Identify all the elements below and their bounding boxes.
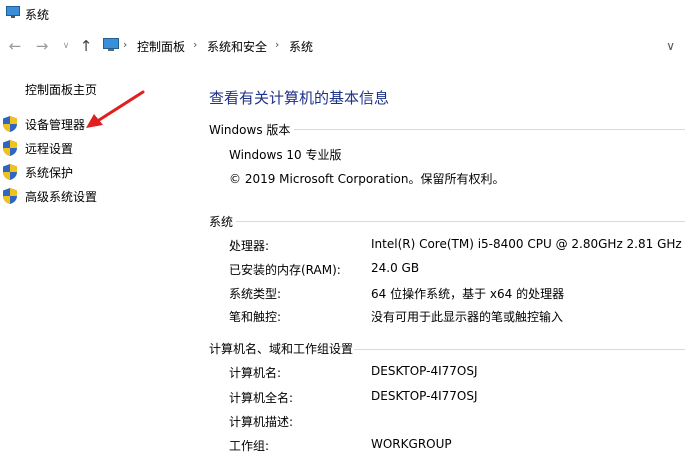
computer-name-header: 计算机名、域和工作组设置 bbox=[209, 342, 354, 356]
page-title: 查看有关计算机的基本信息 bbox=[209, 89, 390, 107]
pen-touch-value: 没有可用于此显示器的笔或触控输入 bbox=[371, 310, 564, 324]
processor-value: Intel(R) Core(TM) i5-8400 CPU @ 2.80GHz … bbox=[371, 237, 682, 251]
annotation-arrow-icon bbox=[86, 90, 145, 128]
shield-icon bbox=[2, 115, 18, 136]
system-type-value: 64 位操作系统，基于 x64 的处理器 bbox=[371, 287, 565, 301]
title-bar: 系统 bbox=[0, 0, 685, 28]
up-arrow-icon[interactable]: ↑ bbox=[77, 38, 95, 54]
shield-icon bbox=[2, 139, 18, 160]
address-bar[interactable]: › 控制面板 › 系统和安全 › 系统 ∨ bbox=[101, 35, 685, 57]
shield-icon bbox=[2, 163, 18, 184]
section-divider bbox=[236, 221, 685, 222]
processor-label: 处理器: bbox=[229, 239, 270, 253]
breadcrumb-separator-icon: › bbox=[123, 38, 128, 51]
computer-icon bbox=[103, 38, 119, 55]
computer-name-label: 计算机名: bbox=[229, 366, 282, 380]
advanced-system-settings-label: 高级系统设置 bbox=[25, 190, 98, 204]
breadcrumb-control-panel[interactable]: 控制面板 bbox=[137, 38, 185, 55]
address-dropdown-chevron-icon[interactable]: ∨ bbox=[666, 39, 675, 53]
breadcrumb-system-security[interactable]: 系统和安全 bbox=[207, 38, 267, 55]
back-arrow-icon[interactable]: ← bbox=[6, 38, 24, 54]
copyright-text: © 2019 Microsoft Corporation。保留所有权利。 bbox=[229, 172, 505, 186]
memory-value: 24.0 GB bbox=[371, 261, 420, 275]
breadcrumb-separator-icon: › bbox=[193, 38, 198, 51]
workgroup-value: WORKGROUP bbox=[371, 437, 452, 451]
system-type-label: 系统类型: bbox=[229, 287, 282, 301]
forward-arrow-icon[interactable]: → bbox=[33, 38, 51, 54]
pen-touch-label: 笔和触控: bbox=[229, 310, 282, 324]
windows-edition-name: Windows 10 专业版 bbox=[229, 148, 342, 162]
section-divider bbox=[354, 349, 685, 350]
system-protection-label: 系统保护 bbox=[25, 166, 74, 180]
full-computer-name-label: 计算机全名: bbox=[229, 391, 294, 405]
windows-edition-header: Windows 版本 bbox=[209, 123, 291, 137]
computer-name-value: DESKTOP-4I77OSJ bbox=[371, 364, 478, 378]
shield-icon bbox=[2, 187, 18, 208]
system-header: 系统 bbox=[209, 215, 234, 229]
recent-locations-chevron-icon[interactable]: ∨ bbox=[57, 38, 75, 54]
workgroup-label: 工作组: bbox=[229, 439, 270, 453]
remote-settings-label: 远程设置 bbox=[25, 142, 74, 156]
computer-description-label: 计算机描述: bbox=[229, 415, 294, 429]
device-manager-label: 设备管理器 bbox=[25, 118, 86, 132]
memory-label: 已安装的内存(RAM): bbox=[229, 263, 341, 277]
full-computer-name-value: DESKTOP-4I77OSJ bbox=[371, 389, 478, 403]
section-divider bbox=[294, 129, 685, 130]
breadcrumb-separator-icon: › bbox=[275, 38, 280, 51]
system-window-icon bbox=[6, 6, 20, 21]
window-title: 系统 bbox=[25, 8, 50, 22]
breadcrumb-system[interactable]: 系统 bbox=[289, 38, 313, 55]
